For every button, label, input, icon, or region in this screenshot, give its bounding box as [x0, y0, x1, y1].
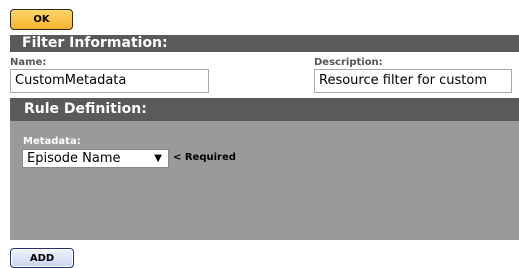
metadata-select[interactable]: Episode Name ▼	[22, 149, 169, 168]
ok-button[interactable]: OK	[10, 9, 73, 30]
required-note: < Required	[173, 152, 236, 163]
rule-definition-panel: Rule Definition:	[10, 98, 519, 240]
chevron-down-icon: ▼	[154, 153, 162, 164]
metadata-label: Metadata:	[23, 136, 81, 147]
description-field[interactable]: Resource filter for custom	[314, 69, 512, 93]
description-label: Description:	[314, 57, 383, 68]
metadata-selected-value: Episode Name	[27, 151, 121, 166]
filter-information-header: Filter Information:	[10, 35, 519, 52]
rule-definition-header: Rule Definition:	[10, 98, 519, 121]
add-button[interactable]: ADD	[10, 248, 74, 268]
name-field[interactable]: CustomMetadata	[10, 69, 209, 93]
name-label: Name:	[10, 57, 47, 68]
